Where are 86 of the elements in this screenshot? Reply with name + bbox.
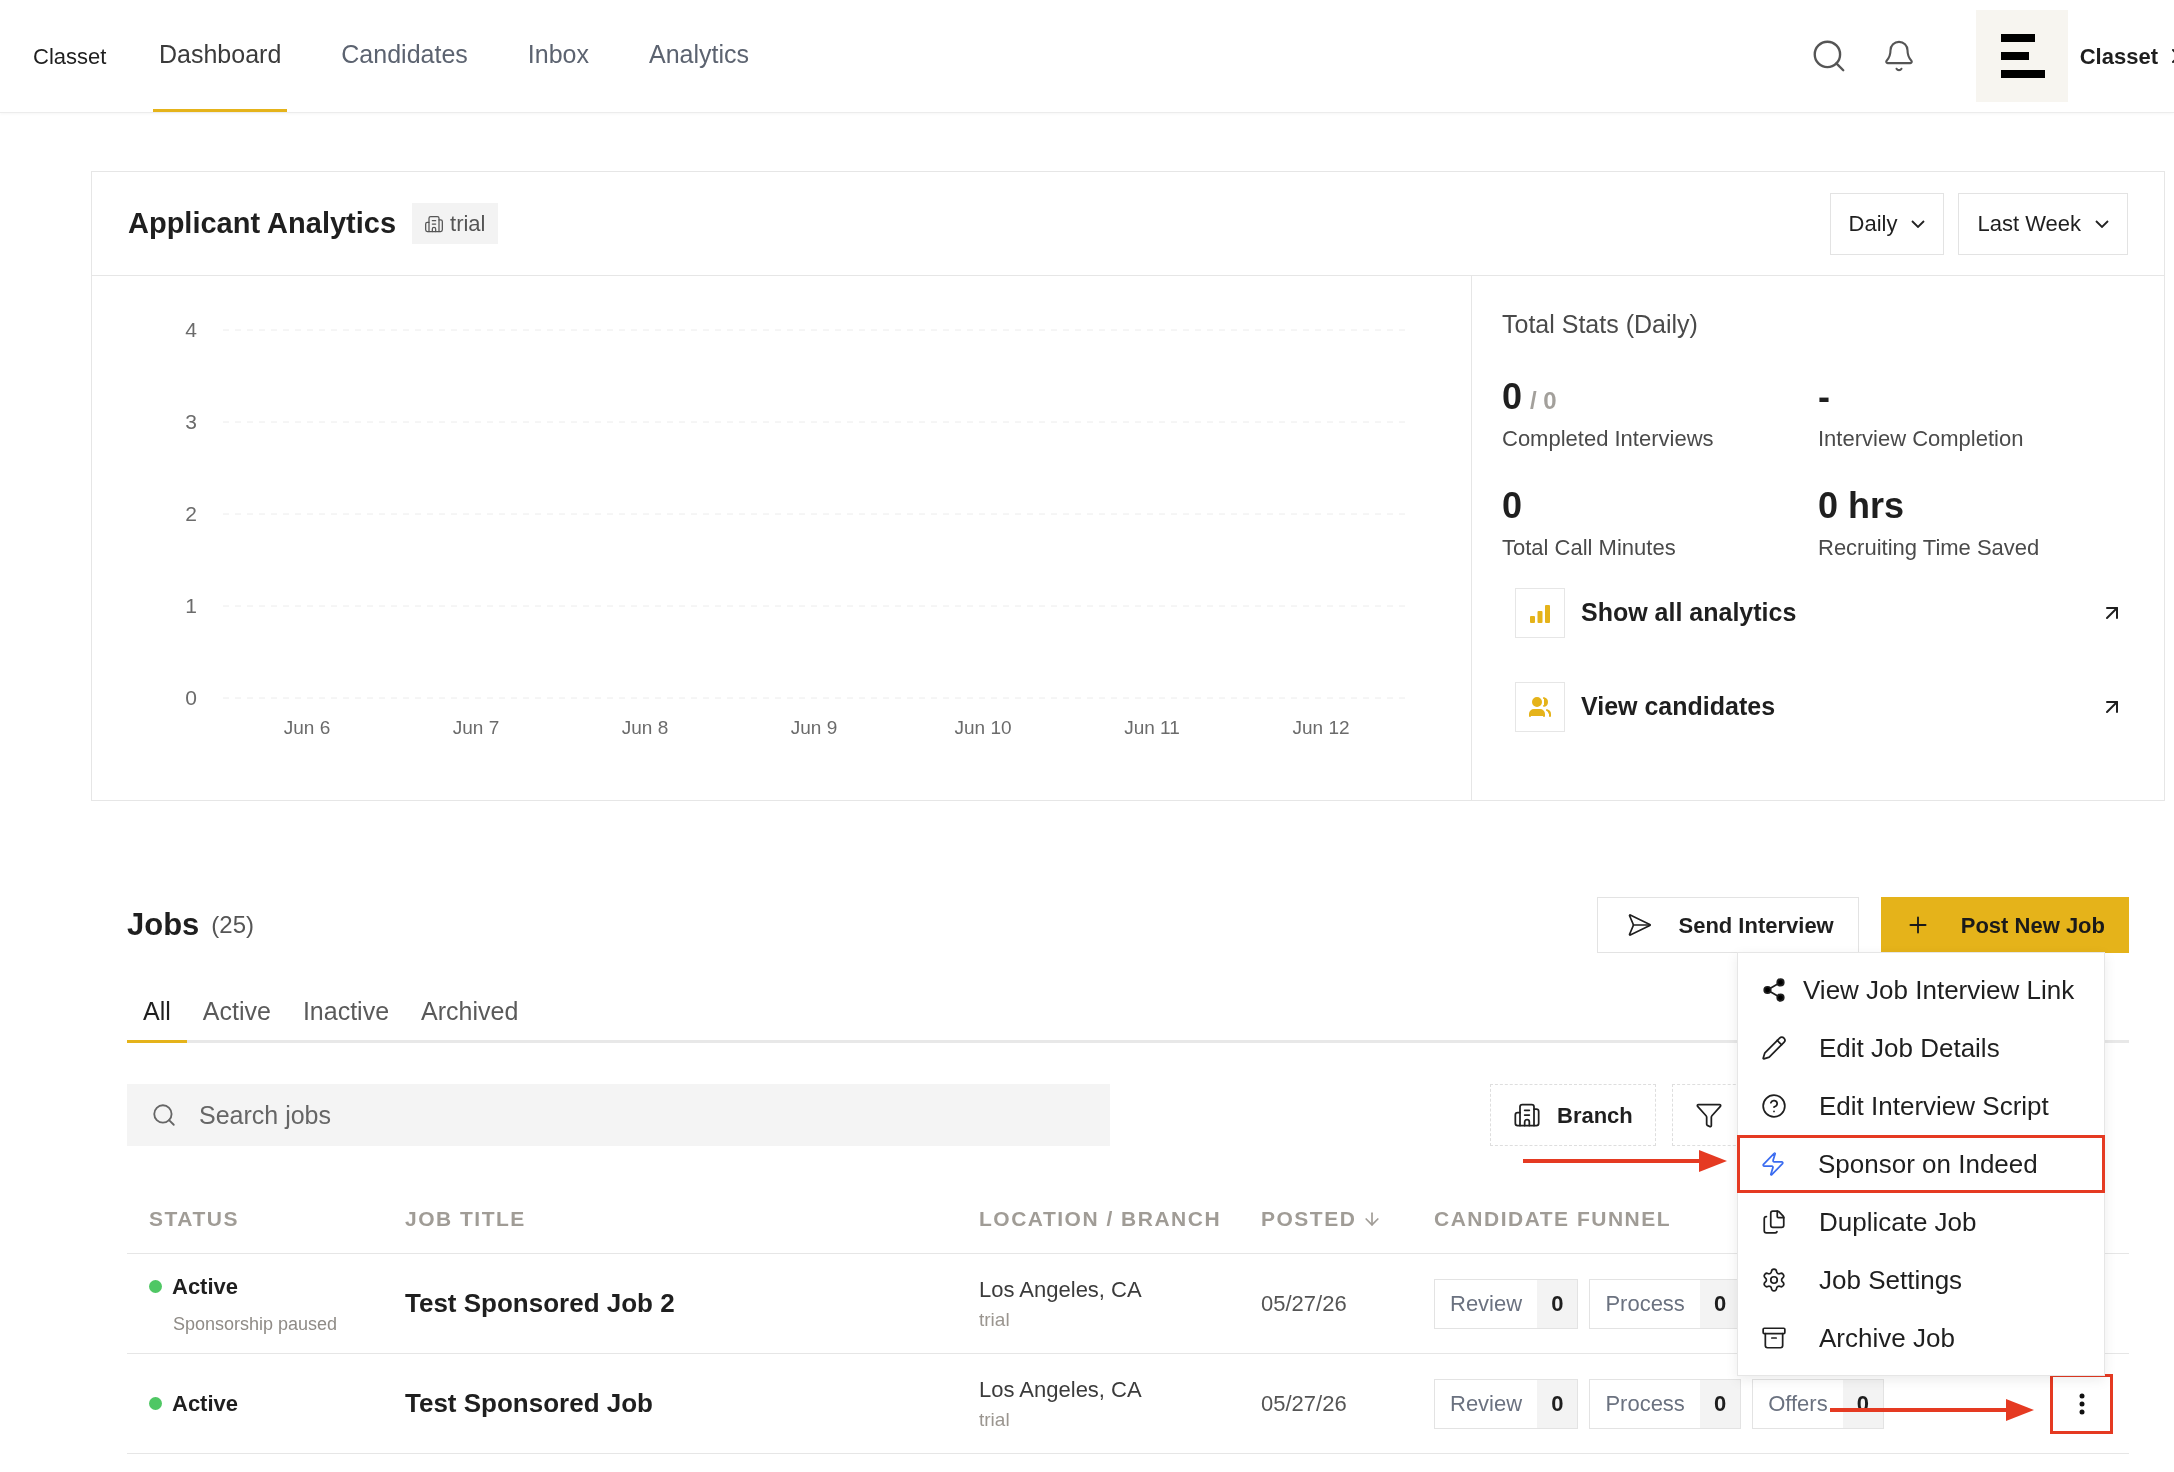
search-field[interactable]: Search jobs: [127, 1084, 1110, 1146]
stat-value: 0: [1502, 483, 1523, 528]
copy-icon: [1761, 1209, 1787, 1235]
chevron-down-icon: [1911, 219, 1926, 228]
funnel-stage[interactable]: Review 0: [1434, 1278, 1579, 1329]
stat-label: Total Call Minutes: [1502, 533, 1677, 562]
question-circle-icon: [1761, 1093, 1787, 1119]
x-tick-label: Jun 7: [452, 717, 500, 738]
stat-value: 0: [1502, 374, 1523, 419]
archive-box-icon: [1761, 1325, 1787, 1351]
job-title[interactable]: Test Sponsored Job 2: [405, 1288, 675, 1318]
card-title: Applicant Analytics: [128, 205, 397, 241]
job-location: Los Angeles, CA: [979, 1275, 1143, 1304]
account-logo[interactable]: [1975, 10, 2068, 102]
people-icon: [1528, 694, 1552, 719]
x-tick-label: Jun 11: [1124, 717, 1180, 738]
send-interview-button[interactable]: Send Interview: [1597, 897, 1859, 953]
funnel-count: 0: [1537, 1379, 1578, 1428]
stats-title: Total Stats (Daily): [1502, 309, 1699, 340]
y-tick-label: 3: [185, 410, 197, 433]
posted-date: 05/27/26: [1261, 1291, 1347, 1316]
x-tick-label: Jun 12: [1292, 717, 1350, 738]
job-branch: trial: [979, 1307, 1011, 1332]
menu-item[interactable]: Edit Job Details: [1738, 1019, 2104, 1077]
posted-date: 05/27/26: [1261, 1391, 1347, 1416]
badge-label: trial: [450, 210, 486, 238]
building-icon: [424, 213, 445, 234]
x-tick-label: Jun 9: [790, 717, 838, 738]
column-header: STATUS: [149, 1205, 239, 1232]
y-tick-label: 1: [185, 594, 197, 617]
post-job-button[interactable]: Post New Job: [1880, 897, 2129, 953]
branch-button[interactable]: Branch: [1490, 1084, 1656, 1146]
status-label: Active: [172, 1390, 239, 1418]
pencil-icon: [1761, 1035, 1787, 1061]
menu-item[interactable]: Edit Interview Script: [1738, 1077, 2104, 1135]
stat-value: -: [1818, 374, 1830, 419]
column-header: JOB TITLE: [405, 1205, 526, 1232]
y-tick-label: 2: [185, 502, 197, 525]
jobs-tab[interactable]: Inactive: [286, 983, 406, 1043]
status-note: Sponsorship paused: [173, 1312, 339, 1336]
column-header: CANDIDATE FUNNEL: [1434, 1205, 1672, 1232]
settings-icon: [1761, 1267, 1787, 1293]
search-icon: [151, 1102, 177, 1128]
job-location: Los Angeles, CA: [979, 1375, 1143, 1404]
x-tick-label: Jun 8: [621, 717, 669, 738]
filter-icon: [1694, 1101, 1723, 1129]
jobs-tab[interactable]: All: [127, 983, 187, 1043]
stats-link[interactable]: Show all analytics: [1515, 587, 2134, 638]
y-tick-label: 4: [185, 318, 197, 341]
status-label: Active: [172, 1272, 239, 1301]
account-name[interactable]: Classet: [2079, 39, 2158, 73]
nav-tab[interactable]: Dashboard: [153, 0, 288, 112]
stat-label: Recruiting Time Saved: [1818, 533, 2041, 562]
lightning-icon: [1760, 1151, 1786, 1177]
nav-tab[interactable]: Inbox: [521, 0, 595, 112]
nav-tab[interactable]: Analytics: [642, 0, 755, 112]
stat-total: / 0: [1530, 385, 1557, 416]
filter-dropdown[interactable]: Daily: [1829, 192, 1945, 255]
share-icon: [1761, 977, 1787, 1003]
job-branch: trial: [979, 1407, 1011, 1432]
funnel-stage[interactable]: Review 0: [1434, 1378, 1579, 1429]
funnel-stage[interactable]: Process 0: [1589, 1378, 1742, 1429]
menu-item[interactable]: Duplicate Job: [1738, 1193, 2104, 1251]
y-tick-label: 0: [185, 686, 197, 709]
funnel-count: 0: [1699, 1379, 1741, 1428]
stats-link[interactable]: View candidates: [1515, 681, 2134, 732]
vertical-dots-icon: [2078, 1392, 2085, 1415]
jobs-tab[interactable]: Active: [186, 983, 287, 1043]
chevron-down-icon: [2095, 219, 2109, 228]
job-count: (25): [211, 910, 255, 940]
stat-label: Completed Interviews: [1502, 424, 1715, 453]
nav-tab[interactable]: Candidates: [335, 0, 474, 112]
section-title: Jobs: [127, 905, 200, 944]
x-tick-label: Jun 10: [954, 717, 1012, 738]
stat-value: 0 hrs: [1818, 483, 1905, 528]
jobs-tab[interactable]: Archived: [405, 983, 535, 1043]
menu-item[interactable]: View Job Interview Link: [1738, 961, 2104, 1019]
building-icon: [1513, 1101, 1541, 1129]
x-tick-label: Jun 6: [283, 717, 331, 738]
menu-item[interactable]: Sponsor on Indeed: [1737, 1135, 2105, 1193]
job-title[interactable]: Test Sponsored Job: [405, 1388, 653, 1418]
stat-label: Interview Completion: [1818, 424, 2025, 453]
logo-text: Classet: [33, 42, 108, 71]
funnel-count: 0: [1537, 1279, 1578, 1328]
filter-dropdown[interactable]: Last Week: [1958, 192, 2128, 255]
column-header: LOCATION / BRANCH: [979, 1205, 1222, 1232]
